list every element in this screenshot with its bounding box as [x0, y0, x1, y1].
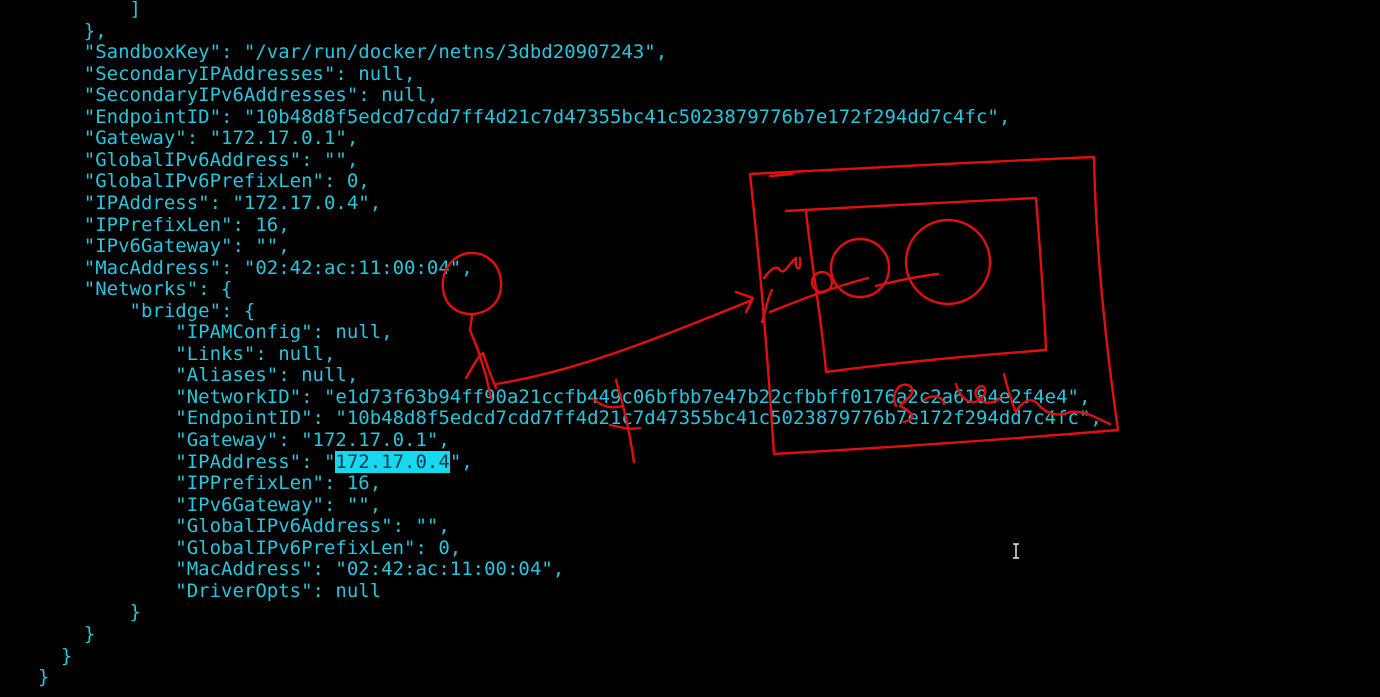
terminal-line-text: "MacAddress": "02:42:ac:11:00:04", — [38, 558, 565, 581]
terminal-line: "NetworkID": "e1d73f63b94ff90a21ccfb449c… — [38, 385, 1091, 408]
terminal-line: "IPv6Gateway": "", — [38, 493, 382, 516]
terminal-line: "GlobalIPv6Address": "", — [38, 516, 450, 537]
selected-ip-address[interactable]: 172.17.0.4 — [335, 450, 450, 473]
terminal-line: "Links": null, — [38, 342, 336, 365]
terminal-line-text: "SandboxKey": "/var/run/docker/netns/3db… — [38, 41, 668, 64]
terminal-line-text: "EndpointID": "10b48d8f5edcd7cdd7ff4d21c… — [38, 407, 1102, 430]
arrow-line — [494, 298, 754, 386]
terminal-line: ] — [38, 0, 141, 20]
terminal-line: }, — [38, 19, 107, 42]
terminal-line-text: } — [38, 666, 50, 689]
terminal-line: "SandboxKey": "/var/run/docker/netns/3db… — [38, 42, 667, 63]
terminal-line-text: "GlobalIPv6PrefixLen": 0, — [38, 170, 370, 193]
terminal-line-text: "Links": null, — [38, 342, 336, 365]
terminal-line-text: } — [38, 622, 96, 645]
terminal-line-suffix: ", — [449, 450, 473, 473]
terminal-line: "GlobalIPv6PrefixLen": 0, — [38, 536, 462, 559]
connector-line-2 — [874, 272, 940, 288]
terminal-line-text: "MacAddress": "02:42:ac:11:00:04", — [38, 256, 473, 279]
terminal-line: "Networks": { — [38, 278, 233, 301]
bridge-circle-small — [810, 270, 834, 294]
terminal-line-text: "SecondaryIPv6Addresses": null, — [38, 84, 439, 107]
outer-box-tick — [768, 172, 794, 178]
terminal-window[interactable]: ] }, "SandboxKey": "/var/run/docker/netn… — [0, 0, 1380, 697]
terminal-line-text: "IPv6Gateway": "", — [38, 493, 382, 516]
terminal-line: "EndpointID": "10b48d8f5edcd7cdd7ff4d21c… — [38, 408, 1102, 429]
terminal-line-text: }, — [38, 19, 107, 42]
terminal-line-text: "IPAddress": " — [38, 450, 336, 473]
terminal-line: "IPPrefixLen": 16, — [38, 213, 290, 236]
terminal-line-text: "IPv6Gateway": "", — [38, 235, 290, 258]
terminal-line-text: "DriverOpts": null — [38, 579, 382, 602]
terminal-line: "IPPrefixLen": 16, — [38, 473, 381, 494]
terminal-line: "IPAddress": "172.17.0.4", — [38, 450, 473, 473]
terminal-line: "IPAMConfig": null, — [38, 321, 393, 344]
terminal-line: } — [38, 602, 141, 623]
terminal-line: } — [38, 644, 73, 667]
terminal-line-text: } — [38, 601, 141, 624]
terminal-line-text: "EndpointID": "10b48d8f5edcd7cdd7ff4d21c… — [38, 105, 1011, 128]
arrow-head — [734, 290, 755, 314]
terminal-line-text: "NetworkID": "e1d73f63b94ff90a21ccfb449c… — [38, 385, 1091, 408]
terminal-line: "Aliases": null, — [38, 365, 358, 386]
terminal-line-text: "Gateway": "172.17.0.1", — [38, 127, 359, 150]
terminal-line: } — [38, 622, 96, 645]
terminal-line-text: "Aliases": null, — [38, 364, 359, 387]
terminal-line-text: "GlobalIPv6Address": "", — [38, 148, 359, 171]
terminal-line: "MacAddress": "02:42:ac:11:00:04", — [38, 559, 564, 580]
connector-line — [768, 276, 870, 314]
terminal-line: "Gateway": "172.17.0.1", — [38, 127, 359, 150]
terminal-line-text: "SecondaryIPAddresses": null, — [38, 62, 416, 85]
terminal-line: "IPAddress": "172.17.0.4", — [38, 191, 382, 214]
stick-figure-arms — [464, 351, 498, 390]
terminal-line-text: "IPPrefixLen": 16, — [38, 472, 382, 495]
terminal-line: "SecondaryIPAddresses": null, — [38, 62, 416, 85]
terminal-line-text: "IPAMConfig": null, — [38, 321, 393, 344]
terminal-line: "MacAddress": "02:42:ac:11:00:04", — [38, 256, 473, 279]
inner-bridge-box — [784, 196, 1048, 374]
veth-scribble — [760, 256, 802, 324]
terminal-line: "IPv6Gateway": "", — [38, 236, 290, 257]
terminal-line: "GlobalIPv6PrefixLen": 0, — [38, 171, 370, 192]
terminal-line: "DriverOpts": null — [38, 579, 382, 602]
terminal-line-text: ] — [38, 0, 141, 20]
terminal-line: "EndpointID": "10b48d8f5edcd7cdd7ff4d21c… — [38, 105, 1011, 128]
terminal-line: "bridge": { — [38, 299, 256, 322]
terminal-line: "SecondaryIPv6Addresses": null, — [38, 84, 439, 107]
terminal-line-text: "IPAddress": "172.17.0.4", — [38, 191, 382, 214]
terminal-line-text: "GlobalIPv6Address": "", — [38, 515, 450, 538]
terminal-line: "GlobalIPv6Address": "", — [38, 148, 359, 171]
terminal-line-text: "GlobalIPv6PrefixLen": 0, — [38, 536, 462, 559]
terminal-line-text: "Gateway": "172.17.0.1", — [38, 429, 450, 451]
bridge-circle-right — [904, 218, 992, 306]
terminal-line: "Gateway": "172.17.0.1", — [38, 430, 450, 451]
terminal-line-text: } — [38, 644, 73, 667]
terminal-line: } — [38, 667, 49, 688]
terminal-line-text: "IPPrefixLen": 16, — [38, 213, 290, 236]
terminal-line-text: "bridge": { — [38, 299, 256, 322]
bridge-circle-left — [829, 237, 891, 299]
text-cursor-icon — [1012, 543, 1020, 559]
terminal-line-text: "Networks": { — [38, 278, 233, 301]
